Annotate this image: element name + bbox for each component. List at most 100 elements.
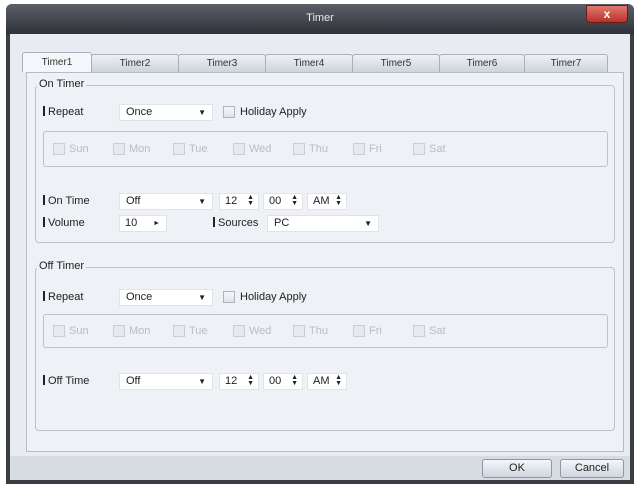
on-day-checkbox[interactable] (353, 143, 365, 155)
timer-panel: On Timer Repeat Once ▼ Holiday Apply Sun… (26, 72, 624, 452)
volume-value: 10 (125, 217, 138, 229)
chevron-down-icon: ▼ (198, 377, 206, 386)
off-holiday-checkbox[interactable] (223, 291, 235, 303)
on-day-checkbox[interactable] (233, 143, 245, 155)
spin-arrows-icon[interactable]: ▲ ▼ (247, 194, 254, 207)
on-day-label: Mon (129, 143, 151, 155)
volume-stepper[interactable]: 10 ► (119, 215, 167, 232)
off-timer-title: Off Timer (37, 260, 87, 272)
sources-dropdown[interactable]: PC ▼ (267, 215, 379, 232)
spin-down-icon[interactable]: ▼ (335, 200, 342, 207)
off-day-label: Thu (309, 325, 328, 337)
on-time-mode-value: Off (126, 195, 141, 207)
on-day-checkbox[interactable] (173, 143, 185, 155)
tab-timer1[interactable]: Timer1 (22, 52, 92, 72)
tab-timer7[interactable]: Timer7 (524, 54, 608, 72)
off-day-label: Fri (369, 325, 382, 337)
on-day-checkbox[interactable] (413, 143, 425, 155)
chevron-down-icon: ▼ (364, 219, 372, 228)
spin-down-icon[interactable]: ▼ (247, 380, 254, 387)
label-bar (43, 291, 45, 301)
off-day-checkbox[interactable] (233, 325, 245, 337)
off-day-checkbox[interactable] (173, 325, 185, 337)
on-ampm-spinner[interactable]: AM ▲ ▼ (307, 193, 347, 210)
sources-text: Sources (218, 217, 259, 229)
on-hour-value: 12 (225, 195, 238, 207)
off-minute-spinner[interactable]: 00 ▲ ▼ (263, 373, 303, 390)
off-day-label: Wed (249, 325, 272, 337)
on-time-mode-dropdown[interactable]: Off ▼ (119, 193, 213, 210)
chevron-down-icon: ▼ (198, 108, 206, 117)
tab-timer3[interactable]: Timer3 (178, 54, 266, 72)
tab-timer6[interactable]: Timer6 (439, 54, 525, 72)
tab-timer5[interactable]: Timer5 (352, 54, 440, 72)
off-day-checkbox[interactable] (53, 325, 65, 337)
volume-text: Volume (48, 217, 85, 229)
volume-label: Volume (43, 217, 85, 229)
close-button[interactable]: x (586, 5, 628, 23)
off-day-checkbox[interactable] (293, 325, 305, 337)
on-minute-value: 00 (269, 195, 282, 207)
tab-timer2[interactable]: Timer2 (91, 54, 179, 72)
spin-down-icon[interactable]: ▼ (291, 200, 298, 207)
tab-timer4[interactable]: Timer4 (265, 54, 353, 72)
off-holiday-label: Holiday Apply (240, 291, 307, 303)
chevron-down-icon: ▼ (198, 197, 206, 206)
on-day-label: Fri (369, 143, 382, 155)
on-repeat-label: Repeat (43, 106, 83, 118)
off-time-label: Off Time (43, 375, 89, 387)
tab-strip: Timer1 Timer2 Timer3 Timer4 Timer5 Timer… (22, 52, 614, 72)
on-repeat-dropdown[interactable]: Once ▼ (119, 104, 213, 121)
spin-arrows-icon[interactable]: ▲ ▼ (335, 374, 342, 387)
spin-down-icon[interactable]: ▼ (335, 380, 342, 387)
on-holiday-checkbox[interactable] (223, 106, 235, 118)
label-bar (43, 195, 45, 205)
spin-arrows-icon[interactable]: ▲ ▼ (291, 374, 298, 387)
ok-button[interactable]: OK (482, 459, 552, 478)
on-timer-title: On Timer (37, 78, 87, 90)
on-day-label: Tue (189, 143, 208, 155)
spin-down-icon[interactable]: ▼ (291, 380, 298, 387)
off-ampm-spinner[interactable]: AM ▲ ▼ (307, 373, 347, 390)
spin-arrows-icon[interactable]: ▲ ▼ (247, 374, 254, 387)
tab-area: Timer1 Timer2 Timer3 Timer4 Timer5 Timer… (10, 34, 630, 454)
off-day-checkbox[interactable] (113, 325, 125, 337)
off-day-checkbox[interactable] (353, 325, 365, 337)
off-day-label: Mon (129, 325, 151, 337)
label-bar (43, 106, 45, 116)
off-repeat-dropdown[interactable]: Once ▼ (119, 289, 213, 306)
on-holiday-label: Holiday Apply (240, 106, 307, 118)
on-time-text: On Time (48, 195, 90, 207)
on-ampm-value: AM (313, 195, 330, 207)
off-time-text: Off Time (48, 375, 90, 387)
off-hour-spinner[interactable]: 12 ▲ ▼ (219, 373, 259, 390)
on-hour-spinner[interactable]: 12 ▲ ▼ (219, 193, 259, 210)
sources-label: Sources (213, 217, 258, 229)
spin-arrows-icon[interactable]: ▲ ▼ (335, 194, 342, 207)
spin-down-icon[interactable]: ▼ (247, 200, 254, 207)
on-day-checkbox[interactable] (293, 143, 305, 155)
chevron-down-icon: ▼ (198, 293, 206, 302)
label-bar (43, 375, 45, 385)
off-ampm-value: AM (313, 375, 330, 387)
label-bar (213, 217, 215, 227)
window-title: Timer (306, 12, 334, 24)
off-time-mode-dropdown[interactable]: Off ▼ (119, 373, 213, 390)
on-day-label: Sun (69, 143, 89, 155)
off-day-checkbox[interactable] (413, 325, 425, 337)
off-day-label: Sat (429, 325, 446, 337)
on-day-checkbox[interactable] (53, 143, 65, 155)
on-day-checkbox[interactable] (113, 143, 125, 155)
cancel-button[interactable]: Cancel (560, 459, 624, 478)
off-repeat-text: Repeat (48, 291, 84, 303)
off-repeat-label: Repeat (43, 291, 83, 303)
right-arrow-icon[interactable]: ► (153, 216, 160, 231)
spin-arrows-icon[interactable]: ▲ ▼ (291, 194, 298, 207)
on-day-label: Wed (249, 143, 272, 155)
on-time-label: On Time (43, 195, 90, 207)
button-bar: OK Cancel (10, 456, 630, 480)
title-bar[interactable]: Timer x (6, 4, 634, 34)
on-minute-spinner[interactable]: 00 ▲ ▼ (263, 193, 303, 210)
off-hour-value: 12 (225, 375, 238, 387)
off-minute-value: 00 (269, 375, 282, 387)
